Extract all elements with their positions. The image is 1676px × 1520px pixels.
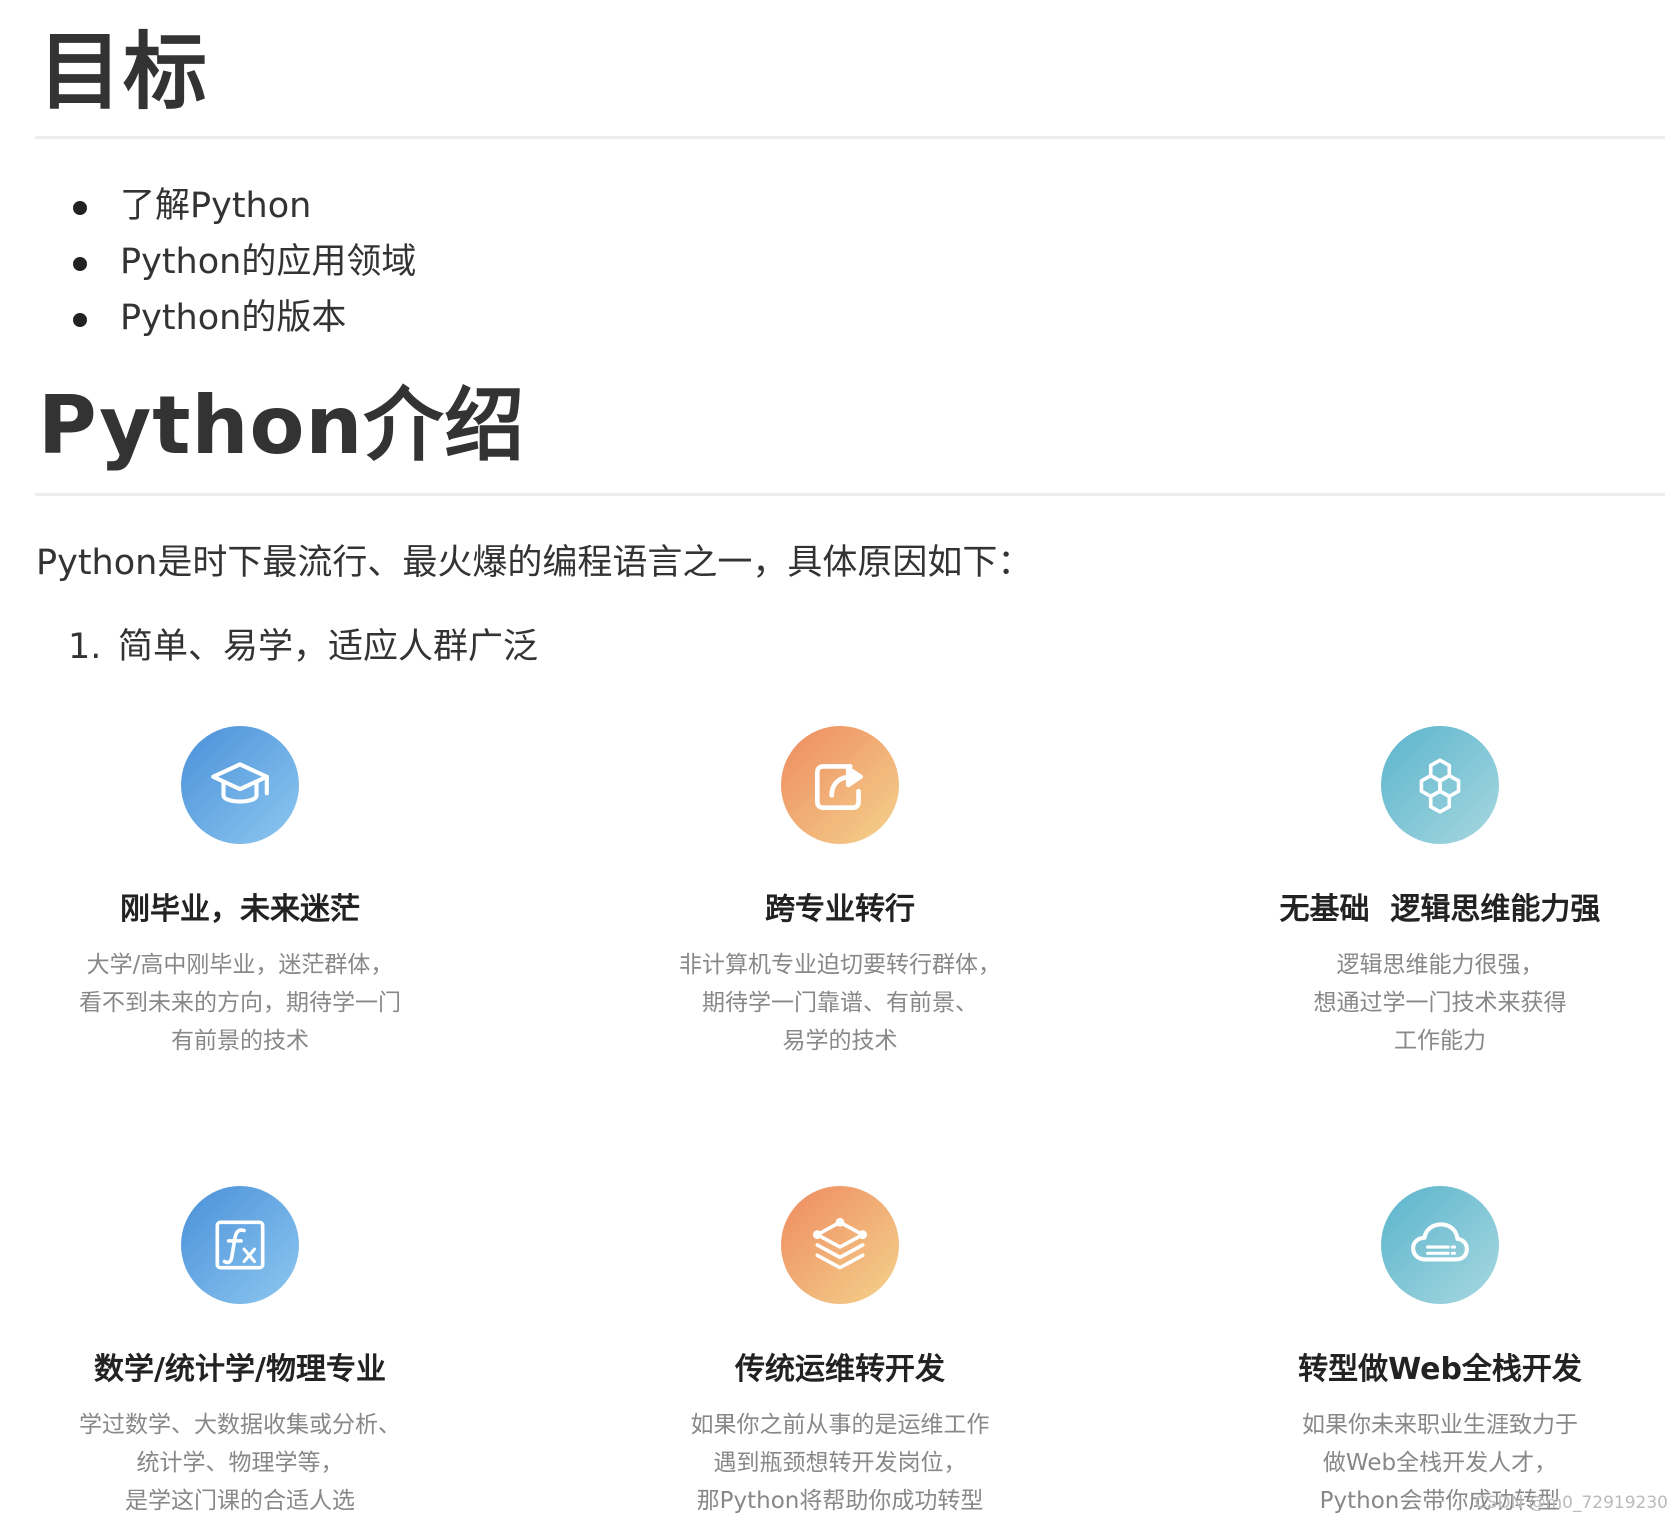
audience-card: 跨专业转行 非计算机专业迫切要转行群体， 期待学一门靠谱、有前景、 易学的技术 [560,726,1120,1060]
heading-goal: 目标 [38,23,209,121]
card-description-line: 有前景的技术 [171,1028,309,1054]
card-description: 学过数学、大数据收集或分析、 统计学、物理学等， 是学这门课的合适人选 [0,1406,520,1520]
list-item-text: 了解Python [120,186,312,226]
audience-card: 无基础 逻辑思维能力强 逻辑思维能力很强， 想通过学一门技术来获得 工作能力 [1160,726,1676,1060]
ordered-list-item: 1. 简单、易学，适应人群广泛 [68,622,538,672]
card-title: 转型做Web全栈开发 [1298,1352,1582,1387]
audience-card: 传统运维转开发 如果你之前从事的是运维工作 遇到瓶颈想转开发岗位， 那Pytho… [560,1186,1120,1520]
icon-circle [181,1186,299,1304]
card-description: 逻辑思维能力很强， 想通过学一门技术来获得 工作能力 [1160,946,1676,1060]
card-description-line: 非计算机专业迫切要转行群体， [679,952,1001,978]
card-title: 数学/统计学/物理专业 [94,1352,386,1387]
card-description-line: 大学/高中刚毕业，迷茫群体， [86,952,394,978]
card-description-line: 看不到未来的方向，期待学一门 [79,990,401,1016]
card-description-line: 工作能力 [1394,1028,1486,1054]
function-fx-icon [215,1220,265,1270]
heading-python-intro: Python介绍 [38,379,526,472]
card-description-line: 是学这门课的合适人选 [125,1488,355,1514]
list-number: 1. [68,627,102,667]
card-title: 刚毕业，未来迷茫 [120,892,360,927]
card-description-line: 那Python将帮助你成功转型 [696,1488,984,1514]
cloud-icon [1411,1222,1469,1262]
list-item: Python的版本 [70,290,416,346]
bullet-icon [73,257,87,271]
heading-divider [35,136,1665,139]
card-description-line: 如果你未来职业生涯致力于 [1302,1412,1578,1438]
card-description-line: 如果你之前从事的是运维工作 [690,1412,990,1438]
list-item: Python的应用领域 [70,234,416,290]
icon-circle [781,1186,899,1304]
list-item-text: 简单、易学，适应人群广泛 [118,627,539,667]
markdown-page: 目标 了解Python Python的应用领域 Python的版本 Python… [0,0,1676,1519]
card-description-line: 遇到瓶颈想转开发岗位， [713,1450,967,1476]
audience-card: 转型做Web全栈开发 如果你未来职业生涯致力于 做Web全栈开发人才， Pyth… [1160,1186,1676,1520]
card-description-line: 统计学、物理学等， [136,1450,344,1476]
card-description-line: 学过数学、大数据收集或分析、 [79,1412,401,1438]
icon-circle [181,726,299,844]
card-title: 跨专业转行 [765,892,915,927]
intro-paragraph: Python是时下最流行、最火爆的编程语言之一，具体原因如下： [36,543,1033,583]
icon-circle [1381,726,1499,844]
card-title: 传统运维转开发 [735,1352,945,1387]
card-description-line: 易学的技术 [782,1028,898,1054]
audience-card: 刚毕业，未来迷茫 大学/高中刚毕业，迷茫群体， 看不到未来的方向，期待学一门 有… [0,726,520,1060]
card-description: 如果你之前从事的是运维工作 遇到瓶颈想转开发岗位， 那Python将帮助你成功转… [560,1406,1120,1520]
watermark: CSDN @m0_72919230 [1474,1493,1668,1513]
card-description-line: 期待学一门靠谱、有前景、 [702,990,978,1016]
icon-circle [1381,1186,1499,1304]
share-arrow-icon [814,764,863,811]
icon-circle [781,726,899,844]
card-description: 大学/高中刚毕业，迷茫群体， 看不到未来的方向，期待学一门 有前景的技术 [0,946,520,1060]
list-item: 了解Python [70,178,416,234]
list-item-text: Python的应用领域 [120,242,417,282]
card-title: 无基础 逻辑思维能力强 [1279,892,1601,927]
card-description: 非计算机专业迫切要转行群体， 期待学一门靠谱、有前景、 易学的技术 [560,946,1120,1060]
heading-divider [35,493,1665,496]
graduation-cap-icon [211,762,269,804]
list-item-text: Python的版本 [120,298,347,338]
card-description-line: 逻辑思维能力很强， [1336,952,1544,978]
card-description-line: 做Web全栈开发人才， [1322,1450,1558,1476]
card-description-line: 想通过学一门技术来获得 [1313,990,1567,1016]
layers-stack-icon [812,1217,868,1270]
bullet-icon [73,201,87,215]
goal-list: 了解Python Python的应用领域 Python的版本 [70,178,416,346]
hexagon-molecule-icon [1419,758,1461,814]
audience-card: 数学/统计学/物理专业 学过数学、大数据收集或分析、 统计学、物理学等， 是学这… [0,1186,520,1520]
bullet-icon [73,313,87,327]
